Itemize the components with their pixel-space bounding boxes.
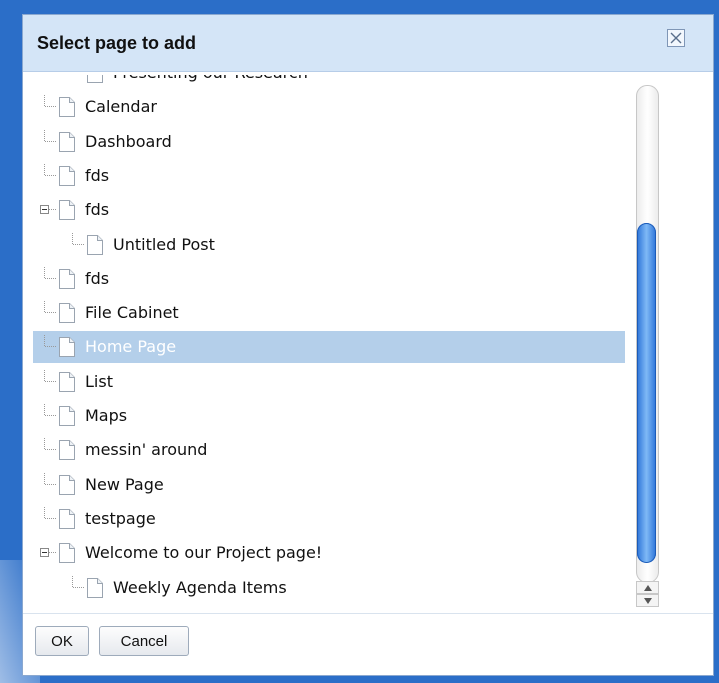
page-icon: [59, 406, 75, 426]
tree-connector-icon: [44, 369, 57, 382]
page-icon: [59, 303, 75, 324]
tree-item[interactable]: File Cabinet: [33, 297, 625, 329]
tree-item[interactable]: Weekly Agenda Items: [33, 572, 625, 604]
tree-connector-icon: [72, 232, 85, 245]
tree-item[interactable]: Welcome to our Project page!: [33, 537, 625, 569]
page-icon: [59, 440, 75, 461]
tree-item-label: Weekly Agenda Items: [113, 577, 287, 597]
page-icon: [59, 508, 75, 529]
tree-item-label: messin' around: [85, 440, 208, 460]
tree-item-label: List: [85, 371, 113, 391]
tree-connector-icon: [44, 301, 57, 314]
tree-connector-icon: [44, 506, 57, 519]
arrow-up-icon: [644, 585, 652, 591]
tree-item[interactable]: List: [33, 366, 625, 398]
page-icon: [87, 577, 103, 598]
tree-connector-icon: [44, 163, 57, 176]
tree-item-label: testpage: [85, 508, 156, 528]
page-icon: [59, 165, 75, 186]
tree-item[interactable]: Maps: [33, 400, 625, 432]
tree-item-label: fds: [85, 268, 110, 288]
select-page-dialog: Select page to add Presenting our Resear…: [23, 15, 713, 675]
tree-item[interactable]: Dashboard: [33, 126, 625, 158]
tree-connector-icon: [44, 438, 57, 451]
tree-item-label: Maps: [85, 406, 128, 425]
tree-item-label: New Page: [85, 474, 164, 494]
tree-item[interactable]: Calendar: [33, 91, 625, 123]
tree-item-label: Dashboard: [85, 131, 172, 151]
tree-item[interactable]: fds: [33, 194, 625, 226]
tree-connector-icon: [44, 404, 57, 416]
tree-item-label: fds: [85, 200, 110, 220]
tree-connector-icon: [44, 335, 57, 348]
tree-item-label: Home Page: [85, 337, 177, 357]
tree-item[interactable]: Home Page: [33, 331, 625, 364]
tree-item-label: Calendar: [85, 97, 157, 117]
page-tree: Presenting our Research Calendar Dashboard…: [33, 75, 633, 611]
tree-item[interactable]: New Page: [33, 469, 625, 501]
tree-connector-icon: [44, 472, 57, 485]
collapse-icon[interactable]: [37, 194, 59, 226]
close-icon: [670, 32, 682, 44]
page-icon: [59, 97, 75, 118]
page-icon: [59, 543, 75, 564]
cancel-button[interactable]: Cancel: [99, 626, 189, 656]
tree-item[interactable]: messin' around: [33, 434, 625, 466]
scroll-up-button[interactable]: [636, 581, 659, 594]
dialog-title: Select page to add: [37, 33, 197, 53]
collapse-icon[interactable]: [37, 537, 59, 569]
tree-item-label: Presenting our Research: [113, 75, 308, 82]
tree-connector-icon: [44, 95, 57, 108]
page-icon: [59, 131, 75, 152]
page-icon: [59, 200, 75, 221]
tree-item-label: File Cabinet: [85, 303, 179, 323]
dialog-titlebar: Select page to add: [23, 15, 713, 72]
tree-item[interactable]: Presenting our Research: [33, 75, 625, 89]
page-icon: [87, 234, 103, 255]
tree-item-label: fds: [85, 165, 110, 185]
tree-item[interactable]: fds: [33, 263, 625, 295]
scroll-down-button[interactable]: [636, 594, 659, 607]
tree-connector-icon: [44, 266, 57, 279]
arrow-down-icon: [644, 598, 652, 604]
tree-connector-icon: [65, 75, 87, 89]
page-icon: [59, 268, 75, 289]
tree-item[interactable]: Untitled Post: [33, 229, 625, 261]
tree-item[interactable]: fds: [33, 160, 625, 192]
page-icon: [59, 337, 75, 358]
tree-item-label: Untitled Post: [113, 234, 215, 254]
page-icon: [87, 75, 103, 83]
tree-connector-icon: [72, 575, 85, 588]
tree-item[interactable]: testpage: [33, 503, 625, 535]
close-button[interactable]: [667, 29, 685, 47]
page-icon: [59, 474, 75, 495]
page-icon: [59, 371, 75, 392]
ok-button[interactable]: OK: [35, 626, 89, 656]
tree-connector-icon: [44, 129, 57, 142]
scrollbar-thumb[interactable]: [637, 223, 656, 563]
vertical-scrollbar[interactable]: [636, 85, 659, 607]
tree-item-label: Welcome to our Project page!: [85, 543, 323, 563]
dialog-footer: OK Cancel: [23, 613, 713, 676]
